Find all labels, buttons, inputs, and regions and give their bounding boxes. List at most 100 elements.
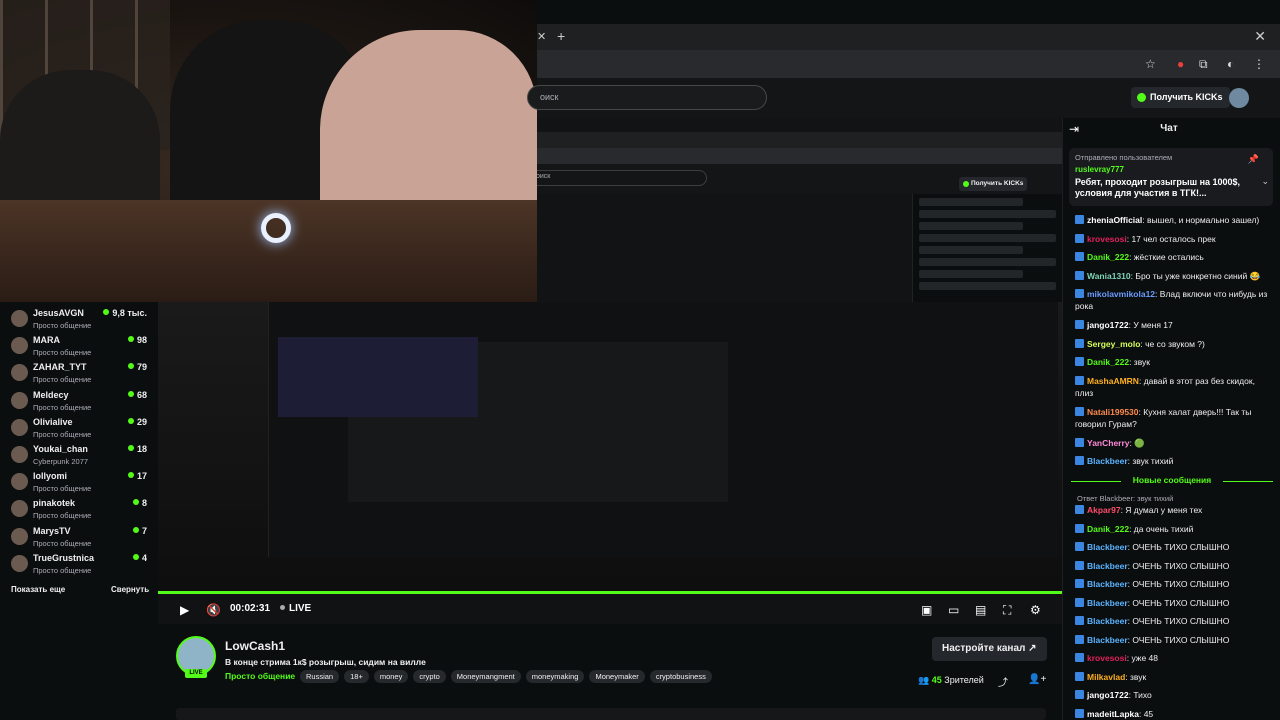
tag-list: Russian 18+ money crypto Moneymangment moneym… — [300, 670, 712, 683]
chat-username[interactable]: Sergey_molo — [1087, 339, 1140, 349]
configure-channel-button[interactable]: Настройте канал ↗ — [932, 637, 1047, 661]
chat-text: звук тихий — [1132, 456, 1174, 466]
chat-badge-icon — [1075, 579, 1084, 588]
fullscreen-icon[interactable]: ⛶ — [1003, 603, 1011, 618]
chat-username[interactable]: Danik_222 — [1087, 357, 1129, 367]
chat-username[interactable]: Blackbeer — [1087, 635, 1128, 645]
pin-icon[interactable]: 📌 — [1248, 154, 1259, 165]
chat-username[interactable]: jango1722 — [1087, 690, 1129, 700]
chat-username[interactable]: Natali199530 — [1087, 407, 1139, 417]
puzzle-icon[interactable]: ⧉ — [1199, 57, 1208, 72]
channel-viewers: 68 — [128, 390, 147, 400]
chat-username[interactable]: Danik_222 — [1087, 524, 1129, 534]
sidebar-channel[interactable]: TrueGrustnica Просто общение 4 — [0, 550, 158, 577]
chat-message: krovesosi: уже 48 — [1075, 652, 1273, 664]
follow-icon[interactable]: 👤+ — [1028, 674, 1046, 685]
window-close-icon[interactable]: ✕ — [1254, 28, 1266, 45]
stream-tag[interactable]: Moneymaker — [589, 670, 645, 683]
chat-text: да очень тихий — [1133, 523, 1194, 534]
stream-tag[interactable]: moneymaking — [525, 670, 585, 683]
chat-badge-icon — [1075, 437, 1084, 447]
chat-text: ОЧЕНЬ ТИХО СЛЫШНО — [1132, 597, 1230, 608]
channel-viewers: 79 — [128, 362, 147, 372]
menu-kebab-icon[interactable]: ⋮ — [1253, 57, 1265, 71]
chat-text: Бро ты уже конкретно синий 😂 — [1135, 270, 1261, 281]
chevron-down-icon[interactable]: ⌄ — [1261, 176, 1269, 187]
channel-name: MarysTV — [33, 525, 71, 536]
sidebar-channel[interactable]: Olivialive Просто общение 29 — [0, 414, 158, 441]
chat-username[interactable]: Wania1310 — [1087, 271, 1131, 281]
chat-username[interactable]: Akpar97 — [1087, 505, 1121, 515]
stream-tag[interactable]: 18+ — [344, 670, 369, 683]
new-tab-icon[interactable]: + — [557, 28, 565, 44]
stream-title: В конце стрима 1к$ розыгрыш, сидим на ви… — [225, 657, 426, 667]
channel-avatar — [11, 554, 28, 572]
chat-username[interactable]: Blackbeer — [1087, 579, 1128, 589]
tab-close-icon[interactable]: ✕ — [537, 30, 546, 43]
chat-username[interactable]: Blackbeer — [1087, 616, 1128, 626]
extension-icon[interactable]: ● — [1177, 57, 1184, 71]
sidebar-channel[interactable]: Meldecy Просто общение 68 — [0, 387, 158, 414]
chat-username[interactable]: krovesosi — [1087, 653, 1127, 663]
profile-icon[interactable]: ◐ — [1227, 57, 1234, 71]
chat-username[interactable]: zheniaOfficial — [1087, 215, 1142, 225]
stream-info: LIVE LowCash1 В конце стрима 1к$ розыгры… — [158, 624, 1062, 720]
channel-category: Просто общение — [33, 348, 92, 358]
chat-username[interactable]: madeitLapka — [1087, 709, 1139, 719]
settings-gear-icon[interactable]: ⚙ — [1030, 603, 1041, 617]
chat-username[interactable]: Danik_222 — [1087, 252, 1129, 262]
chat-username[interactable]: Milkavlad — [1087, 672, 1125, 682]
play-icon[interactable]: ▶ — [180, 603, 189, 617]
show-more-link[interactable]: Показать еще — [11, 585, 65, 594]
chat-username[interactable]: Blackbeer — [1087, 561, 1128, 571]
live-indicator[interactable]: LIVE — [280, 603, 311, 614]
chat-badge-icon — [1075, 560, 1084, 570]
theater-icon[interactable]: ▭ — [948, 603, 959, 617]
chat-username[interactable]: YanCherry — [1087, 438, 1130, 448]
chat-message: Blackbeer: ОЧЕНЬ ТИХО СЛЫШНО — [1075, 615, 1273, 627]
progress-bar[interactable] — [158, 591, 1062, 594]
video-player[interactable]: ▶ 🔇 00:02:31 LIVE ▣ ▭ ▤ ⛶ ⚙ — [158, 302, 1062, 624]
chat-username[interactable]: mikolavmikola12 — [1087, 289, 1155, 299]
star-icon[interactable]: ☆ — [1145, 57, 1156, 71]
pinned-message[interactable]: Отправлено пользователем ruslevray777 Ре… — [1069, 148, 1273, 206]
channel-name[interactable]: LowCash1 — [225, 639, 285, 653]
external-link-icon: ↗ — [1028, 643, 1037, 654]
stream-category[interactable]: Просто общение — [225, 671, 295, 681]
channel-viewers: 29 — [128, 417, 147, 427]
nested-search: оиск — [537, 170, 707, 186]
mute-icon[interactable]: 🔇 — [206, 603, 221, 617]
stream-tag[interactable]: Moneymangment — [450, 670, 521, 683]
chat-username[interactable]: Blackbeer — [1087, 456, 1128, 466]
share-icon[interactable]: ⤴ — [998, 674, 1008, 689]
stream-tag[interactable]: money — [373, 670, 409, 683]
chat-badge-icon — [1075, 289, 1084, 298]
get-kicks-button[interactable]: Получить KICKs — [1131, 87, 1230, 108]
chat-text: 45 — [1143, 708, 1154, 719]
search-input[interactable]: оиск — [527, 85, 767, 110]
chat-message: Milkavlad: звук — [1075, 671, 1273, 683]
sidebar-channel[interactable]: JesusAVGN Просто общение 9,8 тыс. — [0, 305, 158, 332]
collapse-link[interactable]: Свернуть — [111, 585, 149, 594]
stream-tag[interactable]: Russian — [300, 670, 340, 683]
stream-tag[interactable]: crypto — [413, 670, 446, 683]
miniplayer-icon[interactable]: ▤ — [975, 603, 986, 617]
chat-badge-icon — [1075, 375, 1084, 385]
user-avatar[interactable] — [1229, 88, 1249, 108]
chat-badge-icon — [1075, 523, 1084, 533]
sidebar-channel[interactable]: pinakotek Просто общение 8 — [0, 495, 158, 522]
sidebar-channel[interactable]: ZAHAR_TYT Просто общение 79 — [0, 359, 158, 386]
chat-message: Blackbeer: ОЧЕНЬ ТИХО СЛЫШНО — [1075, 597, 1273, 609]
chat-username[interactable]: krovesosi — [1087, 234, 1127, 244]
clip-icon[interactable]: ▣ — [921, 603, 932, 617]
chat-username[interactable]: jango1722 — [1087, 320, 1129, 330]
sidebar-channel[interactable]: lollyomi Просто общение 17 — [0, 468, 158, 495]
sidebar-channel[interactable]: MarysTV Просто общение 7 — [0, 523, 158, 550]
sidebar-channel[interactable]: Youkai_chan Cyberpunk 2077 18 — [0, 441, 158, 468]
stream-tag[interactable]: cryptobusiness — [649, 670, 712, 683]
pinned-user[interactable]: ruslevray777 — [1075, 165, 1124, 174]
chat-username[interactable]: MashaAMRN — [1087, 376, 1139, 386]
sidebar-channel[interactable]: MARA Просто общение 98 — [0, 332, 158, 359]
chat-username[interactable]: Blackbeer — [1087, 598, 1128, 608]
chat-username[interactable]: Blackbeer — [1087, 542, 1128, 552]
